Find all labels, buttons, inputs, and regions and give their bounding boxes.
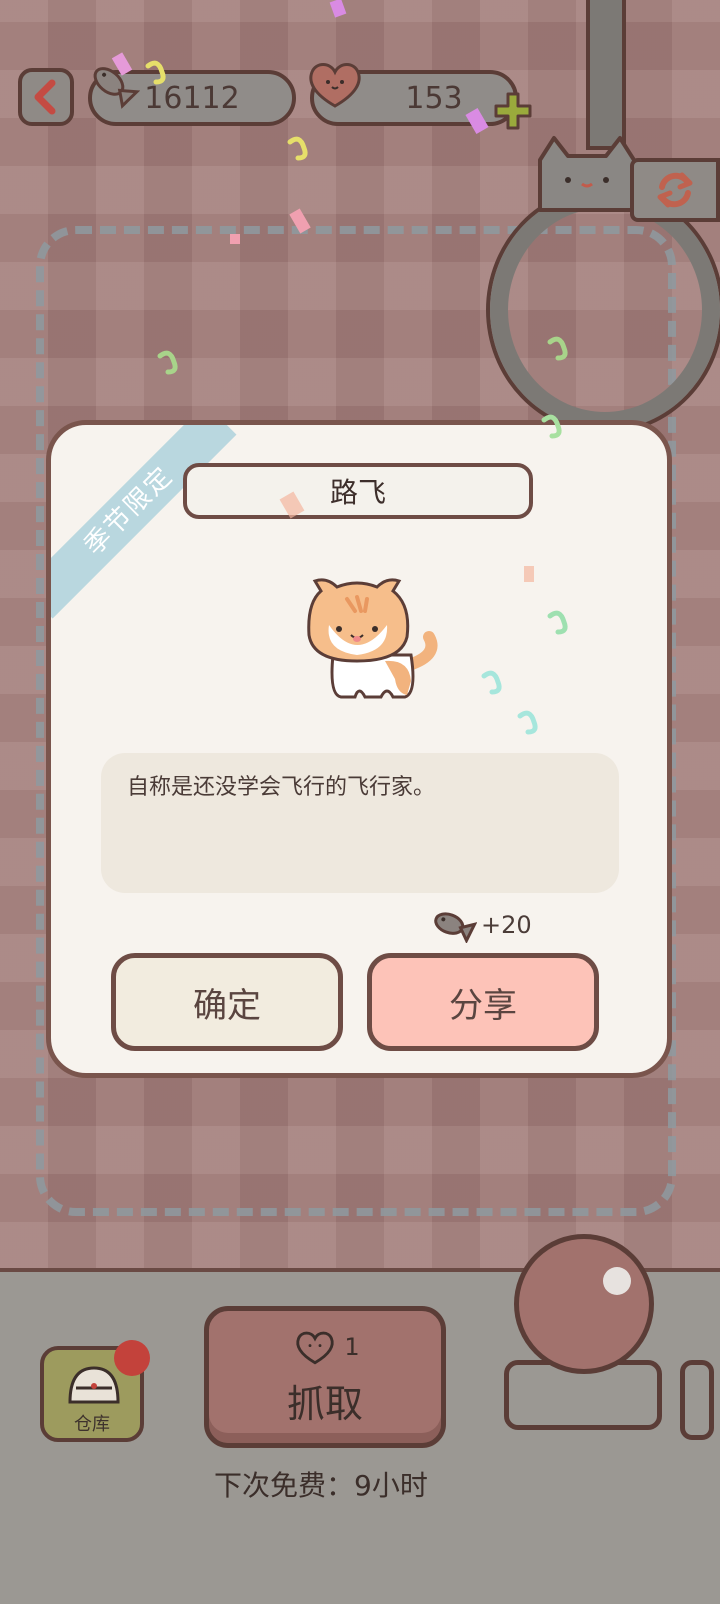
fish-count: 16112 [144,80,240,116]
chevron-left-icon [34,79,56,115]
grab-button[interactable]: 1 抓取 [204,1306,446,1448]
share-label: 分享 [449,985,517,1026]
orange-tabby-cat-image [307,578,438,699]
claw-cat-head-icon [538,136,636,212]
confirm-label: 确定 [193,985,261,1026]
grab-cost: 1 [209,1327,441,1367]
description-text: 自称是还没学会飞行的飞行家。 [127,775,436,800]
free-prefix: 下次免费： [214,1469,355,1502]
fish-icon [93,67,140,109]
storage-icon [68,1366,120,1404]
refresh-icon [657,172,693,208]
share-reward: +20 [429,907,532,943]
storage-label: 仓库 [74,1414,110,1435]
cat-obtained-dialog: 季节限定 路飞 自称是还没学会飞行的飞行家。 +20 确定 分享 [46,420,672,1078]
heart-icon [296,1331,334,1365]
joystick[interactable] [514,1234,654,1374]
joystick-shine [603,1267,631,1295]
cat-description: 自称是还没学会飞行的飞行家。 [101,753,619,893]
heart-icon [309,63,361,108]
free-value: 9小时 [354,1469,428,1502]
reward-amount: +20 [481,911,532,939]
cat-name: 路飞 [183,463,533,519]
heart-count: 153 [405,80,463,116]
notification-badge [114,1340,150,1376]
next-free-timer: 下次免费：9小时 [214,1464,428,1504]
add-hearts-icon[interactable] [492,90,534,132]
coin-slot [680,1360,714,1440]
seasonal-ribbon: 季节限定 [51,425,237,619]
claw-ring [490,190,720,430]
claw-pole [586,0,626,150]
grab-cost-value: 1 [344,1333,360,1361]
back-button[interactable] [18,68,74,126]
share-button[interactable]: 分享 [367,953,599,1051]
refresh-button[interactable] [630,158,720,222]
grab-label: 抓取 [286,1382,363,1426]
confirm-button[interactable]: 确定 [111,953,343,1051]
fish-icon [434,912,477,943]
